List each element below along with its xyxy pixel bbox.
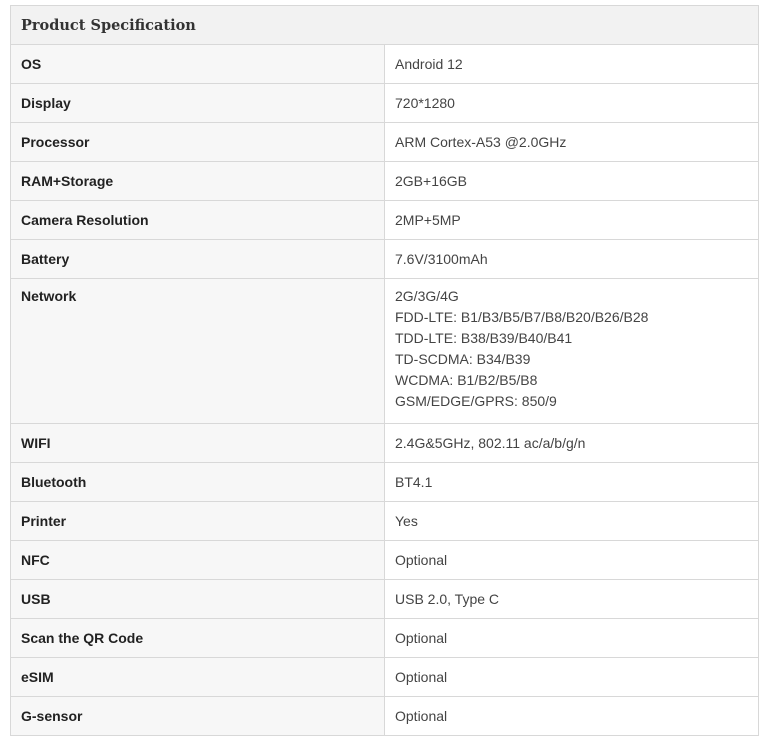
spec-row-os: OS Android 12 bbox=[10, 44, 759, 84]
spec-value: 2MP+5MP bbox=[384, 200, 759, 240]
spec-value: BT4.1 bbox=[384, 462, 759, 502]
spec-key: Bluetooth bbox=[10, 462, 385, 502]
spec-value: Optional bbox=[384, 696, 759, 736]
spec-value: 2GB+16GB bbox=[384, 161, 759, 201]
network-line: GSM/EDGE/GPRS: 850/9 bbox=[395, 393, 557, 409]
spec-key: Scan the QR Code bbox=[10, 618, 385, 658]
spec-value: 7.6V/3100mAh bbox=[384, 239, 759, 279]
spec-row-processor: Processor ARM Cortex-A53 @2.0GHz bbox=[10, 122, 759, 162]
spec-row-qr-code: Scan the QR Code Optional bbox=[10, 618, 759, 658]
spec-key: USB bbox=[10, 579, 385, 619]
network-line: TD-SCDMA: B34/B39 bbox=[395, 351, 531, 367]
network-line: TDD-LTE: B38/B39/B40/B41 bbox=[395, 330, 573, 346]
spec-value: Optional bbox=[384, 540, 759, 580]
spec-row-ram-storage: RAM+Storage 2GB+16GB bbox=[10, 161, 759, 201]
spec-table: Product Specification OS Android 12 Disp… bbox=[10, 5, 759, 736]
spec-row-display: Display 720*1280 bbox=[10, 83, 759, 123]
spec-value: Optional bbox=[384, 618, 759, 658]
table-header-row: Product Specification bbox=[10, 5, 759, 45]
spec-key: Battery bbox=[10, 239, 385, 279]
spec-key: Printer bbox=[10, 501, 385, 541]
spec-key: G-sensor bbox=[10, 696, 385, 736]
spec-key: Camera Resolution bbox=[10, 200, 385, 240]
spec-key: WIFI bbox=[10, 423, 385, 463]
spec-value: Yes bbox=[384, 501, 759, 541]
spec-row-wifi: WIFI 2.4G&5GHz, 802.11 ac/a/b/g/n bbox=[10, 423, 759, 463]
spec-row-network: Network 2G/3G/4G FDD-LTE: B1/B3/B5/B7/B8… bbox=[10, 278, 759, 424]
spec-row-nfc: NFC Optional bbox=[10, 540, 759, 580]
spec-row-esim: eSIM Optional bbox=[10, 657, 759, 697]
spec-value: ARM Cortex-A53 @2.0GHz bbox=[384, 122, 759, 162]
spec-row-bluetooth: Bluetooth BT4.1 bbox=[10, 462, 759, 502]
network-line: FDD-LTE: B1/B3/B5/B7/B8/B20/B26/B28 bbox=[395, 309, 649, 325]
spec-key: NFC bbox=[10, 540, 385, 580]
table-title: Product Specification bbox=[10, 5, 759, 45]
network-line: 2G/3G/4G bbox=[395, 288, 459, 304]
spec-value-network: 2G/3G/4G FDD-LTE: B1/B3/B5/B7/B8/B20/B26… bbox=[384, 278, 759, 424]
spec-key: Network bbox=[10, 278, 385, 424]
spec-row-battery: Battery 7.6V/3100mAh bbox=[10, 239, 759, 279]
spec-row-camera: Camera Resolution 2MP+5MP bbox=[10, 200, 759, 240]
spec-row-usb: USB USB 2.0, Type C bbox=[10, 579, 759, 619]
spec-key: Display bbox=[10, 83, 385, 123]
spec-row-printer: Printer Yes bbox=[10, 501, 759, 541]
network-line: WCDMA: B1/B2/B5/B8 bbox=[395, 372, 538, 388]
spec-key: Processor bbox=[10, 122, 385, 162]
spec-value: 2.4G&5GHz, 802.11 ac/a/b/g/n bbox=[384, 423, 759, 463]
spec-value: 720*1280 bbox=[384, 83, 759, 123]
spec-key: RAM+Storage bbox=[10, 161, 385, 201]
spec-value: Android 12 bbox=[384, 44, 759, 84]
spec-value: Optional bbox=[384, 657, 759, 697]
spec-key: OS bbox=[10, 44, 385, 84]
spec-value: USB 2.0, Type C bbox=[384, 579, 759, 619]
spec-key: eSIM bbox=[10, 657, 385, 697]
spec-row-g-sensor: G-sensor Optional bbox=[10, 696, 759, 736]
